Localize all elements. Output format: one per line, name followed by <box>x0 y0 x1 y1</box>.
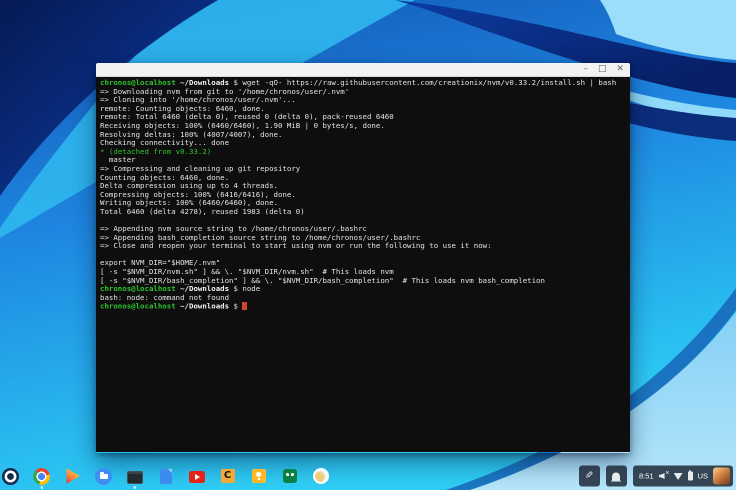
shelf-item-app-circle[interactable] <box>312 468 329 485</box>
terminal-line: Total 6460 (delta 4278), reused 1983 (de… <box>100 208 626 217</box>
shelf-item-keep[interactable] <box>250 468 267 485</box>
youtube-icon <box>189 471 205 483</box>
terminal-icon <box>127 471 143 484</box>
window-titlebar[interactable]: – □ ✕ <box>96 63 630 77</box>
shelf-item-launcher[interactable] <box>2 468 19 485</box>
user-avatar[interactable] <box>713 468 730 485</box>
shelf-item-play-store[interactable] <box>64 468 81 485</box>
keyboard-layout: US <box>698 466 708 487</box>
window-controls: – □ ✕ <box>573 63 630 76</box>
chrome-icon <box>33 468 50 485</box>
hangouts-icon <box>283 469 297 483</box>
files-icon <box>95 468 112 485</box>
wifi-icon <box>674 472 683 480</box>
shelf-item-files[interactable] <box>95 468 112 485</box>
system-tray[interactable]: 8:51 ✕ US <box>633 466 733 487</box>
desktop: – □ ✕ chronos@localhost ~/Downloads $ wg… <box>0 0 736 490</box>
notifications-button[interactable] <box>606 466 627 487</box>
running-indicator <box>133 486 136 489</box>
terminal-line: * (detached from v0.33.2) <box>100 148 626 157</box>
running-indicator <box>40 486 43 489</box>
shelf-item-youtube[interactable] <box>188 468 205 485</box>
keep-icon <box>252 469 266 483</box>
play-store-icon <box>65 468 80 484</box>
caret-icon: C <box>221 469 235 483</box>
status-cluster: ✎ 8:51 ✕ US <box>579 466 733 487</box>
stylus-icon: ✎ <box>585 471 593 482</box>
docs-icon <box>160 469 172 484</box>
terminal-cursor <box>242 302 246 310</box>
shelf-item-caret[interactable]: C <box>219 468 236 485</box>
shelf-item-chrome[interactable] <box>33 468 50 485</box>
clock: 8:51 <box>639 466 654 487</box>
maximize-button[interactable]: □ <box>598 63 607 76</box>
stylus-tools-button[interactable]: ✎ <box>579 466 600 487</box>
terminal-line: => Close and reopen your terminal to sta… <box>100 242 626 251</box>
battery-icon <box>688 472 693 481</box>
bell-icon <box>612 472 620 480</box>
terminal-line: chronos@localhost ~/Downloads $ <box>100 302 626 311</box>
terminal-window: – □ ✕ chronos@localhost ~/Downloads $ wg… <box>96 63 630 453</box>
shelf-item-hangouts[interactable] <box>281 468 298 485</box>
minimize-button[interactable]: – <box>583 63 588 76</box>
close-button[interactable]: ✕ <box>616 63 624 76</box>
terminal-output[interactable]: chronos@localhost ~/Downloads $ wget -qO… <box>96 77 630 452</box>
app-circle-icon <box>313 468 329 484</box>
shelf-item-docs[interactable] <box>157 468 174 485</box>
shelf: C ✎ 8:51 ✕ US <box>0 462 736 490</box>
launcher-icon <box>2 468 19 485</box>
shelf-apps: C <box>2 462 329 490</box>
volume-muted-icon: ✕ <box>659 472 669 481</box>
shelf-item-terminal[interactable] <box>126 468 143 485</box>
